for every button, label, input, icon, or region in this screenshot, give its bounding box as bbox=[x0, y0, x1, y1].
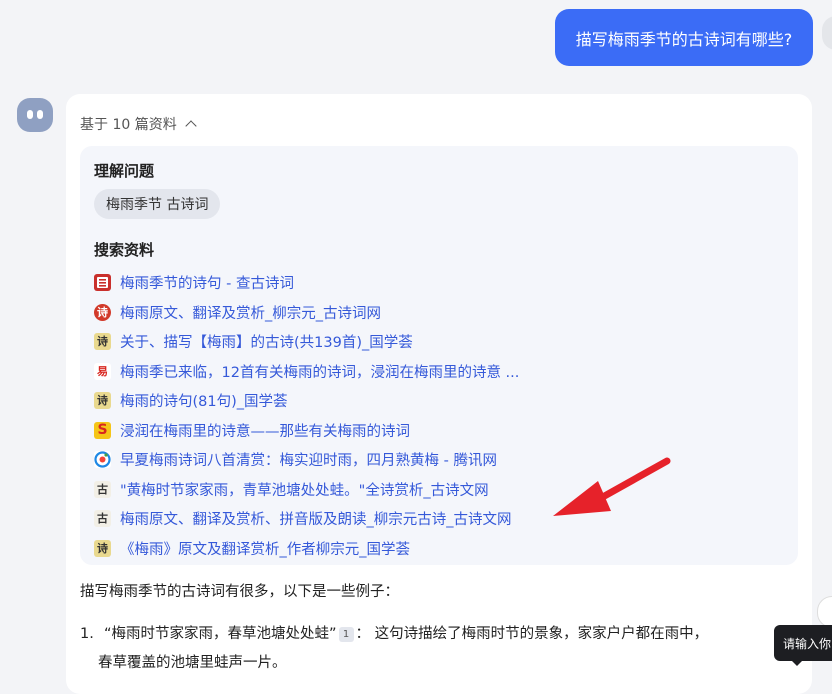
arrow-head bbox=[553, 481, 611, 516]
red-arrow-annotation bbox=[553, 457, 671, 516]
input-tooltip: 请输入你 bbox=[774, 625, 832, 666]
